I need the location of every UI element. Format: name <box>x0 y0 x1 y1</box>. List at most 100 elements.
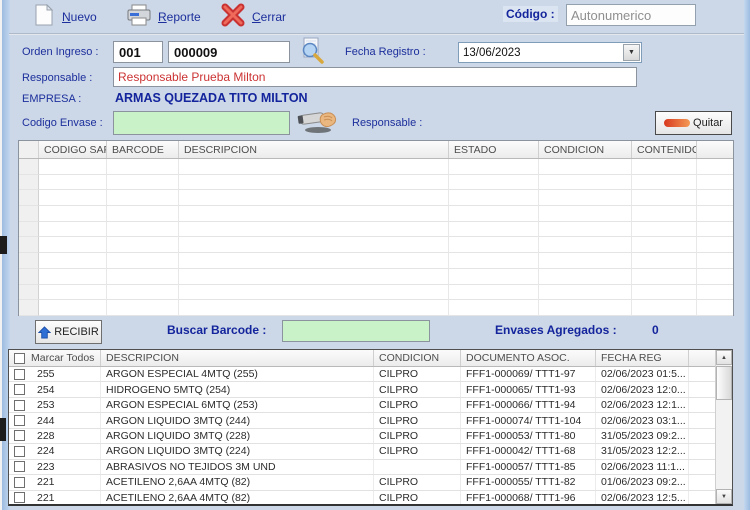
orden-ingreso-label: Orden Ingreso : <box>22 46 98 58</box>
row-checkbox[interactable] <box>14 461 25 472</box>
row-select-cell: 228 <box>9 429 101 443</box>
barcode-scanner-icon[interactable] <box>296 106 340 139</box>
header-stub <box>689 350 715 366</box>
cerrar-button[interactable]: Cerrar <box>216 3 290 31</box>
table-row[interactable]: 228ARGON LIQUIDO 3MTQ (228)CILPROFFF1-00… <box>9 429 715 444</box>
envases-table[interactable]: CODIGO SAP BARCODE DESCRIPCION ESTADO CO… <box>18 140 734 316</box>
envases-agregados-count: 0 <box>652 323 659 337</box>
table-row[interactable]: 244ARGON LIQUIDO 3MTQ (244)CILPROFFF1-00… <box>9 413 715 428</box>
row-checkbox[interactable] <box>14 492 25 503</box>
nuevo-button[interactable]: Nuevo <box>28 3 101 31</box>
reporte-label: Reporte <box>158 10 201 24</box>
empty-row <box>19 175 733 191</box>
header-estado[interactable]: ESTADO <box>449 141 539 158</box>
row-stub <box>689 475 715 489</box>
row-stub <box>689 444 715 458</box>
table-row[interactable]: 224ARGON LIQUIDO 3MTQ (224)CILPROFFF1-00… <box>9 444 715 459</box>
header-descripcion[interactable]: DESCRIPCION <box>101 350 374 366</box>
arrow-up-icon <box>38 326 51 339</box>
toolbar-divider <box>9 33 744 35</box>
row-condicion: CILPRO <box>374 491 461 505</box>
row-checkbox[interactable] <box>14 430 25 441</box>
row-descripcion: ACETILENO 2,6AA 4MTQ (82) <box>101 475 374 489</box>
chevron-down-icon[interactable]: ▼ <box>623 44 640 61</box>
empty-row <box>19 253 733 269</box>
row-checkbox[interactable] <box>14 400 25 411</box>
row-condicion: CILPRO <box>374 444 461 458</box>
row-select-cell: 244 <box>9 413 101 427</box>
row-checkbox[interactable] <box>14 415 25 426</box>
header-condicion[interactable]: CONDICION <box>539 141 632 158</box>
table-row[interactable]: 255ARGON ESPECIAL 4MTQ (255)CILPROFFF1-0… <box>9 367 715 382</box>
scroll-up-icon[interactable]: ▲ <box>716 350 732 365</box>
table-row[interactable]: 253ARGON ESPECIAL 6MTQ (253)CILPROFFF1-0… <box>9 398 715 413</box>
responsable-label: Responsable : <box>22 72 92 84</box>
table-row[interactable]: 254HIDROGENO 5MTQ (254)CILPROFFF1-000065… <box>9 382 715 397</box>
row-descripcion: ACETILENO 2,6AA 4MTQ (82) <box>101 491 374 505</box>
header-documento-asoc[interactable]: DOCUMENTO ASOC. <box>461 350 596 366</box>
row-fecha: 31/05/2023 09:2... <box>596 429 689 443</box>
row-codigo: 221 <box>37 492 55 504</box>
header-descripcion[interactable]: DESCRIPCION <box>179 141 449 158</box>
codigo-envase-label: Codigo Envase : <box>22 117 103 129</box>
row-header-gutter <box>19 141 39 158</box>
row-condicion: CILPRO <box>374 429 461 443</box>
row-codigo: 254 <box>37 384 55 396</box>
row-checkbox[interactable] <box>14 369 25 380</box>
responsable-input[interactable] <box>113 67 637 87</box>
row-stub <box>689 429 715 443</box>
header-codigo-sap[interactable]: CODIGO SAP <box>39 141 107 158</box>
orden-serie-input[interactable] <box>113 41 163 63</box>
row-condicion: CILPRO <box>374 475 461 489</box>
row-documento: FFF1-000055/ TTT1-82 <box>461 475 596 489</box>
row-descripcion: ARGON ESPECIAL 6MTQ (253) <box>101 398 374 412</box>
cerrar-label: Cerrar <box>252 10 286 24</box>
row-condicion <box>374 460 461 474</box>
envases-table-header: CODIGO SAP BARCODE DESCRIPCION ESTADO CO… <box>19 141 733 159</box>
buscar-barcode-input[interactable] <box>282 320 430 342</box>
row-codigo: 224 <box>37 445 55 457</box>
empresa-value: ARMAS QUEZADA TITO MILTON <box>115 91 308 105</box>
pending-table[interactable]: Marcar Todos DESCRIPCION CONDICION DOCUM… <box>8 349 733 506</box>
row-descripcion: ARGON ESPECIAL 4MTQ (255) <box>101 367 374 381</box>
table-row[interactable]: 221ACETILENO 2,6AA 4MTQ (82)CILPROFFF1-0… <box>9 475 715 490</box>
fecha-registro-combobox[interactable]: 13/06/2023 ▼ <box>458 42 642 63</box>
row-documento: FFF1-000074/ TTT1-104 <box>461 413 596 427</box>
row-fecha: 02/06/2023 12:1... <box>596 398 689 412</box>
codigo-input[interactable] <box>566 4 696 26</box>
row-codigo: 253 <box>37 399 55 411</box>
row-checkbox[interactable] <box>14 446 25 457</box>
row-documento: FFF1-000065/ TTT1-93 <box>461 382 596 396</box>
orden-numero-input[interactable] <box>168 41 290 63</box>
row-descripcion: HIDROGENO 5MTQ (254) <box>101 382 374 396</box>
row-documento: FFF1-000068/ TTT1-96 <box>461 491 596 505</box>
header-fecha-reg[interactable]: FECHA REG <box>596 350 689 366</box>
empty-row <box>19 159 733 175</box>
header-marcar-todos[interactable]: Marcar Todos <box>9 350 101 366</box>
search-document-button[interactable] <box>298 37 326 69</box>
quitar-button[interactable]: Quitar <box>655 111 732 135</box>
recibir-button[interactable]: RECIBIR <box>35 320 102 344</box>
header-barcode[interactable]: BARCODE <box>107 141 179 158</box>
table-row[interactable]: 221 ACETILENO 2,6AA 4MTQ (82)CILPROFFF1-0… <box>9 491 715 505</box>
reporte-button[interactable]: Reporte <box>122 3 205 31</box>
select-all-checkbox[interactable] <box>14 353 25 364</box>
screen-edge-artifact <box>0 418 6 441</box>
header-condicion[interactable]: CONDICION <box>374 350 461 366</box>
vertical-scrollbar[interactable]: ▲ ▼ <box>715 350 732 504</box>
row-checkbox[interactable] <box>14 384 25 395</box>
table-row[interactable]: 223ABRASIVOS NO TEJIDOS 3M UNDFFF1-00005… <box>9 460 715 475</box>
marcar-todos-label: Marcar Todos <box>31 352 94 364</box>
scrollbar-thumb[interactable] <box>716 366 732 400</box>
screen-edge-artifact <box>0 236 7 254</box>
header-contenido[interactable]: CONTENIDO <box>632 141 697 158</box>
row-stub <box>689 367 715 381</box>
row-select-cell: 255 <box>9 367 101 381</box>
row-fecha: 01/06/2023 09:2... <box>596 475 689 489</box>
codigo-envase-input[interactable] <box>113 111 290 135</box>
row-checkbox[interactable] <box>14 477 25 488</box>
row-codigo: 228 <box>37 430 55 442</box>
row-stub <box>689 398 715 412</box>
scroll-down-icon[interactable]: ▼ <box>716 489 732 504</box>
responsable-envase-label: Responsable : <box>352 117 422 129</box>
